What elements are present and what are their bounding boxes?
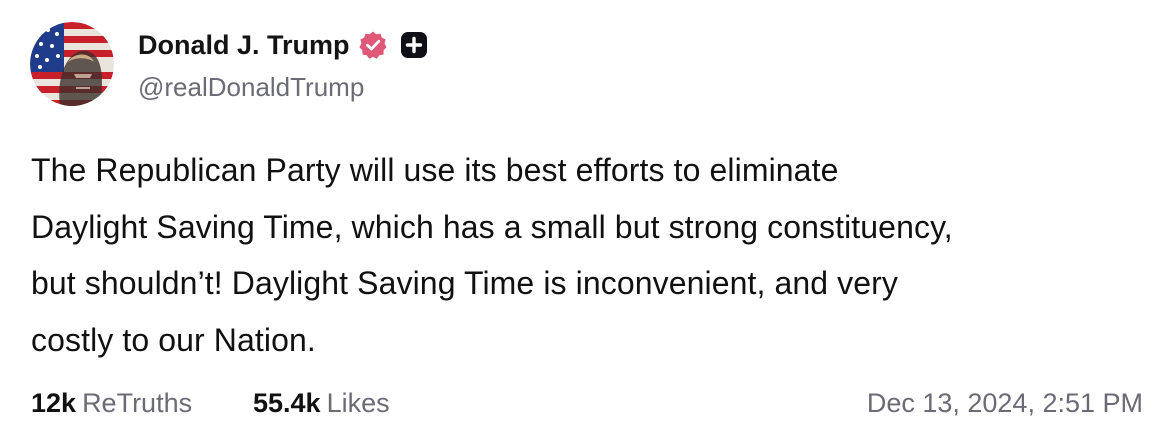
post-timestamp[interactable]: Dec 13, 2024, 2:51 PM	[867, 388, 1143, 419]
author-display-name[interactable]: Donald J. Trump	[138, 30, 350, 61]
plus-square-icon	[400, 31, 428, 59]
likes-count: 55.4k	[253, 388, 321, 418]
post-body-line: but shouldn’t! Daylight Saving Time is i…	[31, 265, 899, 301]
post-footer: 12k ReTruths 55.4k Likes Dec 13, 2024, 2:5…	[31, 384, 1143, 428]
post-body-line: Daylight Saving Time, which has a small …	[31, 208, 953, 245]
verified-badge-icon	[358, 30, 388, 60]
avatar[interactable]	[30, 22, 114, 106]
author-name-row: Donald J. Trump	[138, 26, 428, 64]
retruths-label: ReTruths	[82, 388, 193, 418]
post-body: The Republican Party will use its best e…	[31, 142, 1141, 368]
post-body-line: costly to our Nation.	[31, 321, 316, 358]
likes-stat[interactable]: 55.4k Likes	[253, 388, 390, 419]
author-handle[interactable]: @realDonaldTrump	[138, 72, 364, 103]
retruths-stat[interactable]: 12k ReTruths	[31, 388, 192, 419]
retruths-count: 12k	[31, 388, 77, 418]
post-body-line: The Republican Party will use its best e…	[31, 152, 839, 188]
post-card: Donald J. Trump @realDonaldTrump The Rep…	[0, 0, 1174, 444]
likes-label: Likes	[326, 388, 390, 418]
avatar-image	[30, 22, 114, 106]
